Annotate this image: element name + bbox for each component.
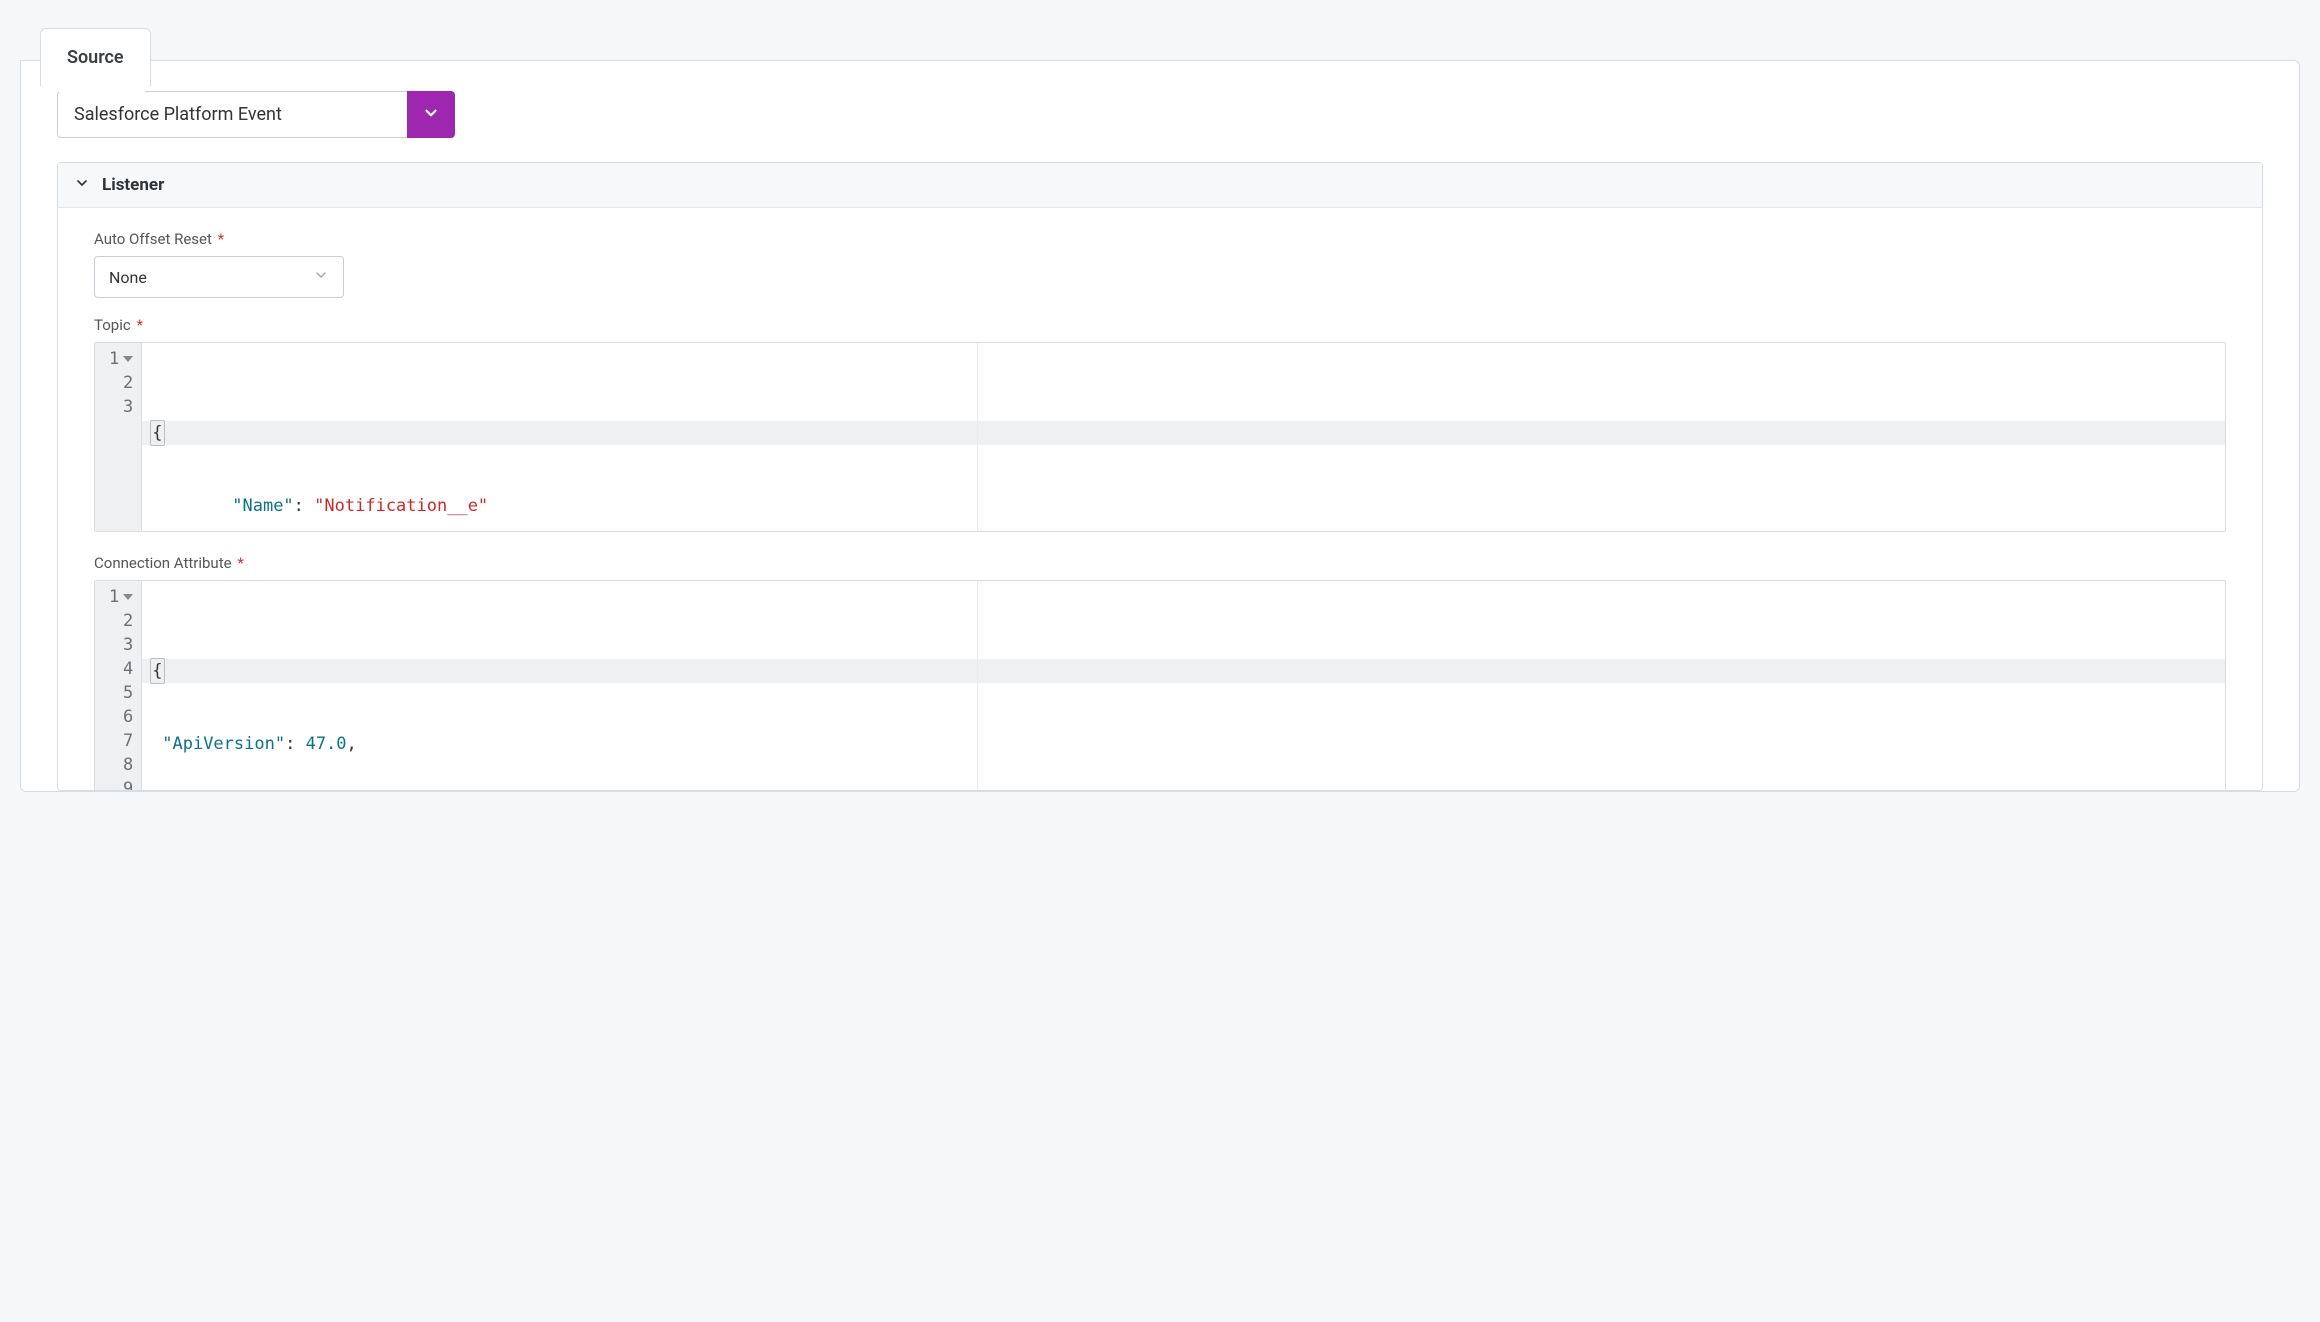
topic-gutter: 1 2 3 [95,343,142,531]
source-type-value[interactable]: Salesforce Platform Event [57,91,407,138]
topic-code-editor[interactable]: 1 2 3 { "Name": "Notification__e" } [94,342,2226,532]
chevron-down-icon [313,267,329,287]
source-type-dropdown-button[interactable] [407,91,455,138]
auto-offset-reset-dropdown[interactable]: None [94,256,344,298]
required-marker: * [237,554,243,572]
fold-icon[interactable] [123,356,133,362]
required-marker: * [218,230,224,248]
source-type-selector: Salesforce Platform Event [57,91,2263,138]
topic-label: Topic * [94,316,2226,334]
source-panel: Salesforce Platform Event Listener [20,60,2300,792]
connection-attribute-label: Connection Attribute * [94,554,2226,572]
conn-code-content[interactable]: { "ApiVersion": 47.0, "GrantType": "pass… [142,581,2225,790]
connection-attribute-code-editor[interactable]: 1 2 3 4 5 6 7 8 9 { [94,580,2226,790]
conn-gutter: 1 2 3 4 5 6 7 8 9 [95,581,142,790]
listener-section-body: Auto Offset Reset * None Topic * [58,208,2262,790]
listener-section: Listener Auto Offset Reset * None [57,162,2263,791]
tab-cover [41,88,145,92]
tab-source-label: Source [67,47,124,68]
topic-code-content[interactable]: { "Name": "Notification__e" } [142,343,2225,531]
chevron-down-icon [422,104,440,126]
tab-source[interactable]: Source [40,28,151,86]
fold-icon[interactable] [123,594,133,600]
auto-offset-reset-label: Auto Offset Reset * [94,230,2226,248]
listener-section-title: Listener [102,175,164,195]
code-ruler [977,581,978,790]
required-marker: * [136,316,142,334]
listener-section-header[interactable]: Listener [58,163,2262,208]
auto-offset-reset-value: None [109,268,147,287]
chevron-down-icon [74,175,90,195]
